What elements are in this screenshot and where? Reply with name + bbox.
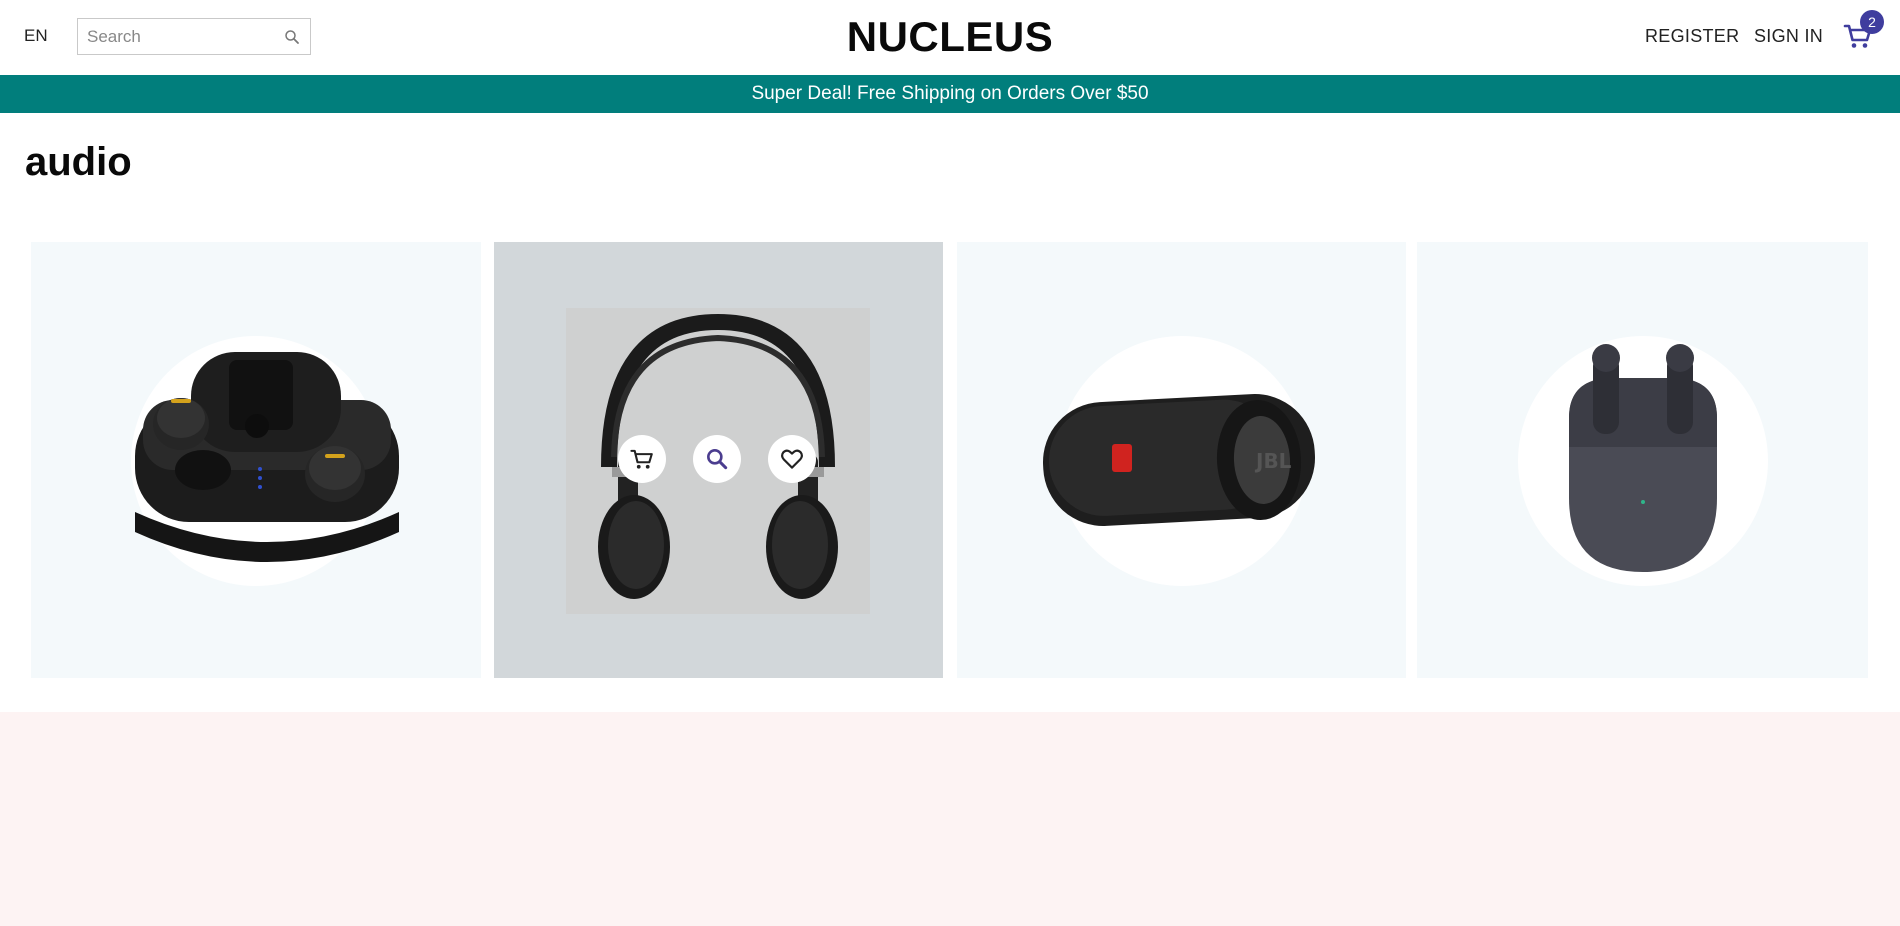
product-image-earbuds-grey-case [1569, 344, 1717, 572]
site-header: EN NUCLEUS REGISTER SIGN IN 2 [0, 0, 1900, 75]
language-selector[interactable]: EN [24, 26, 48, 46]
footer-section [0, 712, 1900, 926]
promo-text: Super Deal! Free Shipping on Orders Over… [751, 83, 1149, 104]
product-card-speaker[interactable]: JBL [957, 242, 1406, 678]
promo-banner: Super Deal! Free Shipping on Orders Over… [0, 75, 1900, 113]
svg-text:JBL: JBL [1254, 449, 1292, 473]
product-image-jbl-speaker: JBL [1042, 394, 1316, 526]
product-card-headphones[interactable] [494, 242, 943, 678]
register-link[interactable]: REGISTER [1645, 26, 1739, 47]
add-to-wishlist-button[interactable] [768, 435, 816, 483]
search-input[interactable] [78, 26, 268, 47]
product-card-earbuds[interactable] [31, 242, 481, 678]
cart-icon [630, 449, 653, 469]
search-icon [707, 449, 728, 470]
sign-in-link[interactable]: SIGN IN [1754, 26, 1823, 47]
product-card-earbuds-grey[interactable] [1417, 242, 1868, 678]
add-to-cart-button[interactable] [618, 435, 666, 483]
product-image-earbuds-case [135, 352, 399, 562]
logo-text[interactable]: NUCLEUS [847, 13, 1054, 60]
heart-icon [781, 449, 803, 469]
page-title: audio [25, 140, 132, 184]
quick-view-button[interactable] [693, 435, 741, 483]
search-icon[interactable] [283, 28, 301, 46]
search-box[interactable] [77, 18, 311, 55]
cart-count-badge: 2 [1860, 10, 1884, 34]
